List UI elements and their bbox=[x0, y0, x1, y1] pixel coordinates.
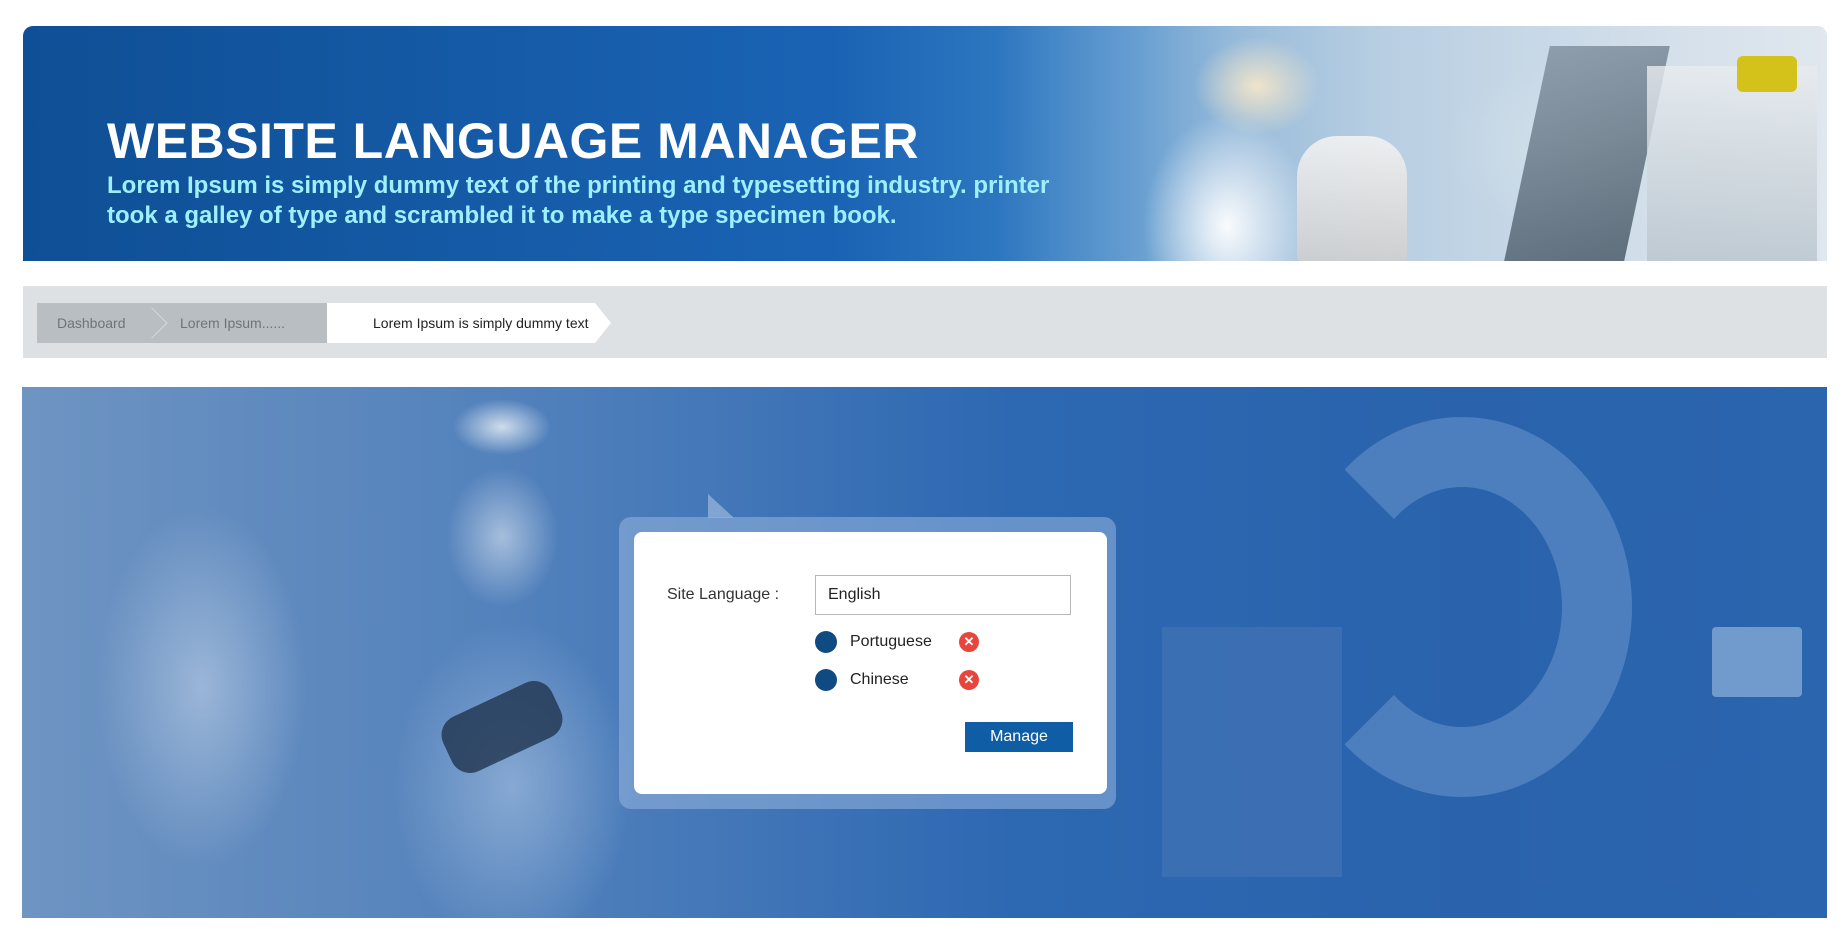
remove-language-icon[interactable]: ✕ bbox=[959, 670, 979, 690]
language-bullet-icon bbox=[815, 631, 837, 653]
background-surgical-microscope bbox=[62, 427, 342, 918]
remove-language-icon[interactable]: ✕ bbox=[959, 632, 979, 652]
breadcrumb-item-current: Lorem Ipsum is simply dummy text bbox=[373, 315, 589, 331]
page-title: WEBSITE LANGUAGE MANAGER bbox=[107, 113, 919, 169]
background-c-arm-machine bbox=[1292, 417, 1632, 797]
language-name: Chinese bbox=[850, 671, 909, 688]
language-name: Portuguese bbox=[850, 633, 932, 650]
site-language-label: Site Language : bbox=[667, 586, 780, 603]
language-list-item: Chinese ✕ bbox=[815, 668, 995, 692]
breadcrumb-item-section[interactable]: Lorem Ipsum...... bbox=[180, 303, 285, 343]
breadcrumb-item-dashboard[interactable]: Dashboard bbox=[57, 303, 126, 343]
lab-device-cap bbox=[1737, 56, 1797, 92]
language-bullet-icon bbox=[815, 669, 837, 691]
language-list-item: Portuguese ✕ bbox=[815, 630, 995, 654]
banner-lab-photo bbox=[997, 26, 1827, 261]
site-language-input[interactable] bbox=[815, 575, 1071, 615]
background-monitor bbox=[1712, 627, 1802, 697]
header-banner: WEBSITE LANGUAGE MANAGER Lorem Ipsum is … bbox=[23, 26, 1827, 261]
breadcrumb: Dashboard Lorem Ipsum...... Lorem Ipsum … bbox=[23, 286, 1827, 358]
microscope-image bbox=[1297, 136, 1407, 261]
language-dialog: Site Language : Portuguese ✕ Chinese ✕ M… bbox=[634, 532, 1107, 794]
page-subtitle: Lorem Ipsum is simply dummy text of the … bbox=[107, 172, 1050, 229]
lab-equipment-image bbox=[1504, 46, 1670, 261]
manage-button[interactable]: Manage bbox=[965, 722, 1073, 752]
main-panel: Site Language : Portuguese ✕ Chinese ✕ M… bbox=[22, 387, 1827, 918]
lab-device-image bbox=[1647, 66, 1817, 261]
dialog-pointer bbox=[708, 494, 734, 518]
